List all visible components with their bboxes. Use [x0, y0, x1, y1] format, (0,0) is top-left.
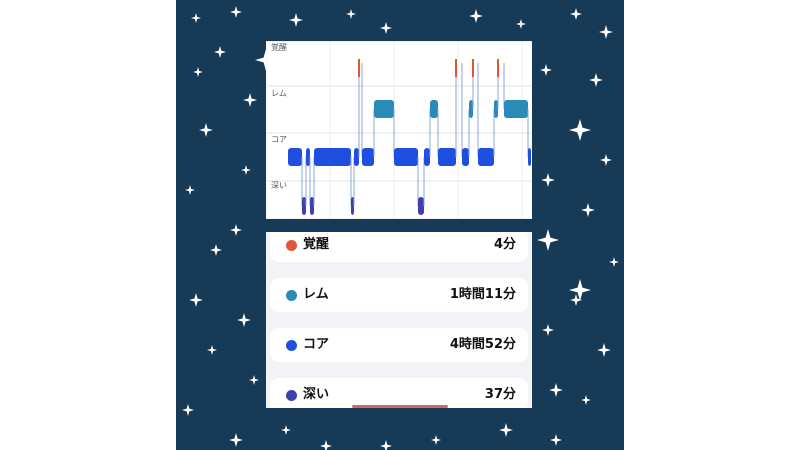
star-shape — [182, 404, 194, 416]
summary-label: コア — [303, 337, 330, 352]
star-shape — [193, 67, 203, 77]
summary-value: 1時間11分 — [449, 287, 516, 302]
stage-bar — [354, 148, 359, 166]
star-shape — [189, 293, 203, 307]
star-shape — [191, 13, 201, 23]
star-shape — [589, 73, 603, 87]
summary-label: 覚醒 — [303, 237, 330, 252]
star-shape — [540, 64, 552, 76]
home-indicator — [352, 405, 448, 408]
stage-bar — [394, 148, 418, 166]
stage-label: 深い — [271, 181, 287, 190]
summary-label: 深い — [303, 387, 330, 402]
stage-bar — [469, 100, 473, 118]
summary-row-core: コア 4時間52分 — [270, 328, 528, 362]
stage-bar — [478, 148, 494, 166]
star-shape — [541, 173, 555, 187]
sleep-stages-chart: 覚醒 レム コア 深い — [266, 41, 532, 219]
star-shape — [380, 22, 392, 34]
star-shape — [569, 279, 591, 301]
star-shape — [320, 440, 332, 450]
star-shape — [569, 119, 591, 141]
star-shape — [542, 324, 554, 336]
star-shape — [243, 93, 257, 107]
summary-label: レム — [303, 287, 329, 302]
summary-value: 37分 — [484, 387, 516, 402]
stage-label: コア — [271, 135, 287, 144]
star-shape — [289, 13, 303, 27]
stage-label: 覚醒 — [271, 42, 287, 52]
stage-label: レム — [271, 89, 287, 98]
star-shape — [346, 9, 356, 19]
stage-bar — [306, 148, 310, 166]
star-shape — [229, 433, 243, 447]
stage-bar — [438, 148, 456, 166]
summary-value: 4分 — [493, 237, 516, 252]
star-shape — [581, 203, 595, 217]
star-shape — [537, 229, 559, 251]
star-shape — [581, 395, 591, 405]
core-color-dot — [286, 340, 297, 351]
stage-bar — [362, 148, 374, 166]
stage-bar — [418, 197, 424, 215]
star-shape — [431, 435, 441, 445]
star-shape — [207, 345, 217, 355]
star-shape — [549, 383, 563, 397]
stage-bar — [374, 100, 394, 118]
star-shape — [199, 123, 213, 137]
star-shape — [516, 19, 526, 29]
star-shape — [597, 343, 611, 357]
deep-color-dot — [286, 390, 297, 401]
star-shape — [281, 425, 291, 435]
star-shape — [599, 25, 613, 39]
summary-row-deep: 深い 37分 — [270, 378, 528, 408]
rem-color-dot — [286, 290, 297, 301]
star-shape — [230, 224, 242, 236]
star-shape — [380, 440, 392, 450]
star-shape — [550, 434, 562, 446]
stage-bar — [528, 148, 531, 166]
stage-bar — [494, 100, 498, 118]
star-shape — [249, 375, 259, 385]
awake-color-dot — [286, 240, 297, 251]
star-shape — [241, 165, 251, 175]
stage-bar — [462, 148, 469, 166]
star-shape — [185, 185, 195, 195]
summary-row-awake: 覚醒 4分 — [270, 232, 528, 262]
stage-bar — [430, 100, 438, 118]
star-shape — [609, 257, 619, 267]
star-shape — [499, 423, 513, 437]
star-shape — [214, 46, 226, 58]
star-shape — [230, 6, 242, 18]
star-shape — [600, 154, 612, 166]
star-shape — [570, 8, 582, 20]
stage-bar — [314, 148, 351, 166]
stage-bar — [288, 148, 302, 166]
star-shape — [237, 313, 251, 327]
summary-row-rem: レム 1時間11分 — [270, 278, 528, 312]
stage-bar — [302, 197, 306, 215]
stage-bar — [310, 197, 314, 215]
hypnogram: 覚醒レムコア深い — [266, 41, 532, 219]
stage-bar — [424, 148, 430, 166]
star-shape — [210, 244, 222, 256]
stage-bar — [504, 100, 528, 118]
summary-value: 4時間52分 — [449, 337, 516, 352]
sleep-summary-list: 覚醒 4分 レム 1時間11分 コア 4時間52分 深い 37分 — [266, 232, 532, 408]
star-shape — [469, 9, 483, 23]
